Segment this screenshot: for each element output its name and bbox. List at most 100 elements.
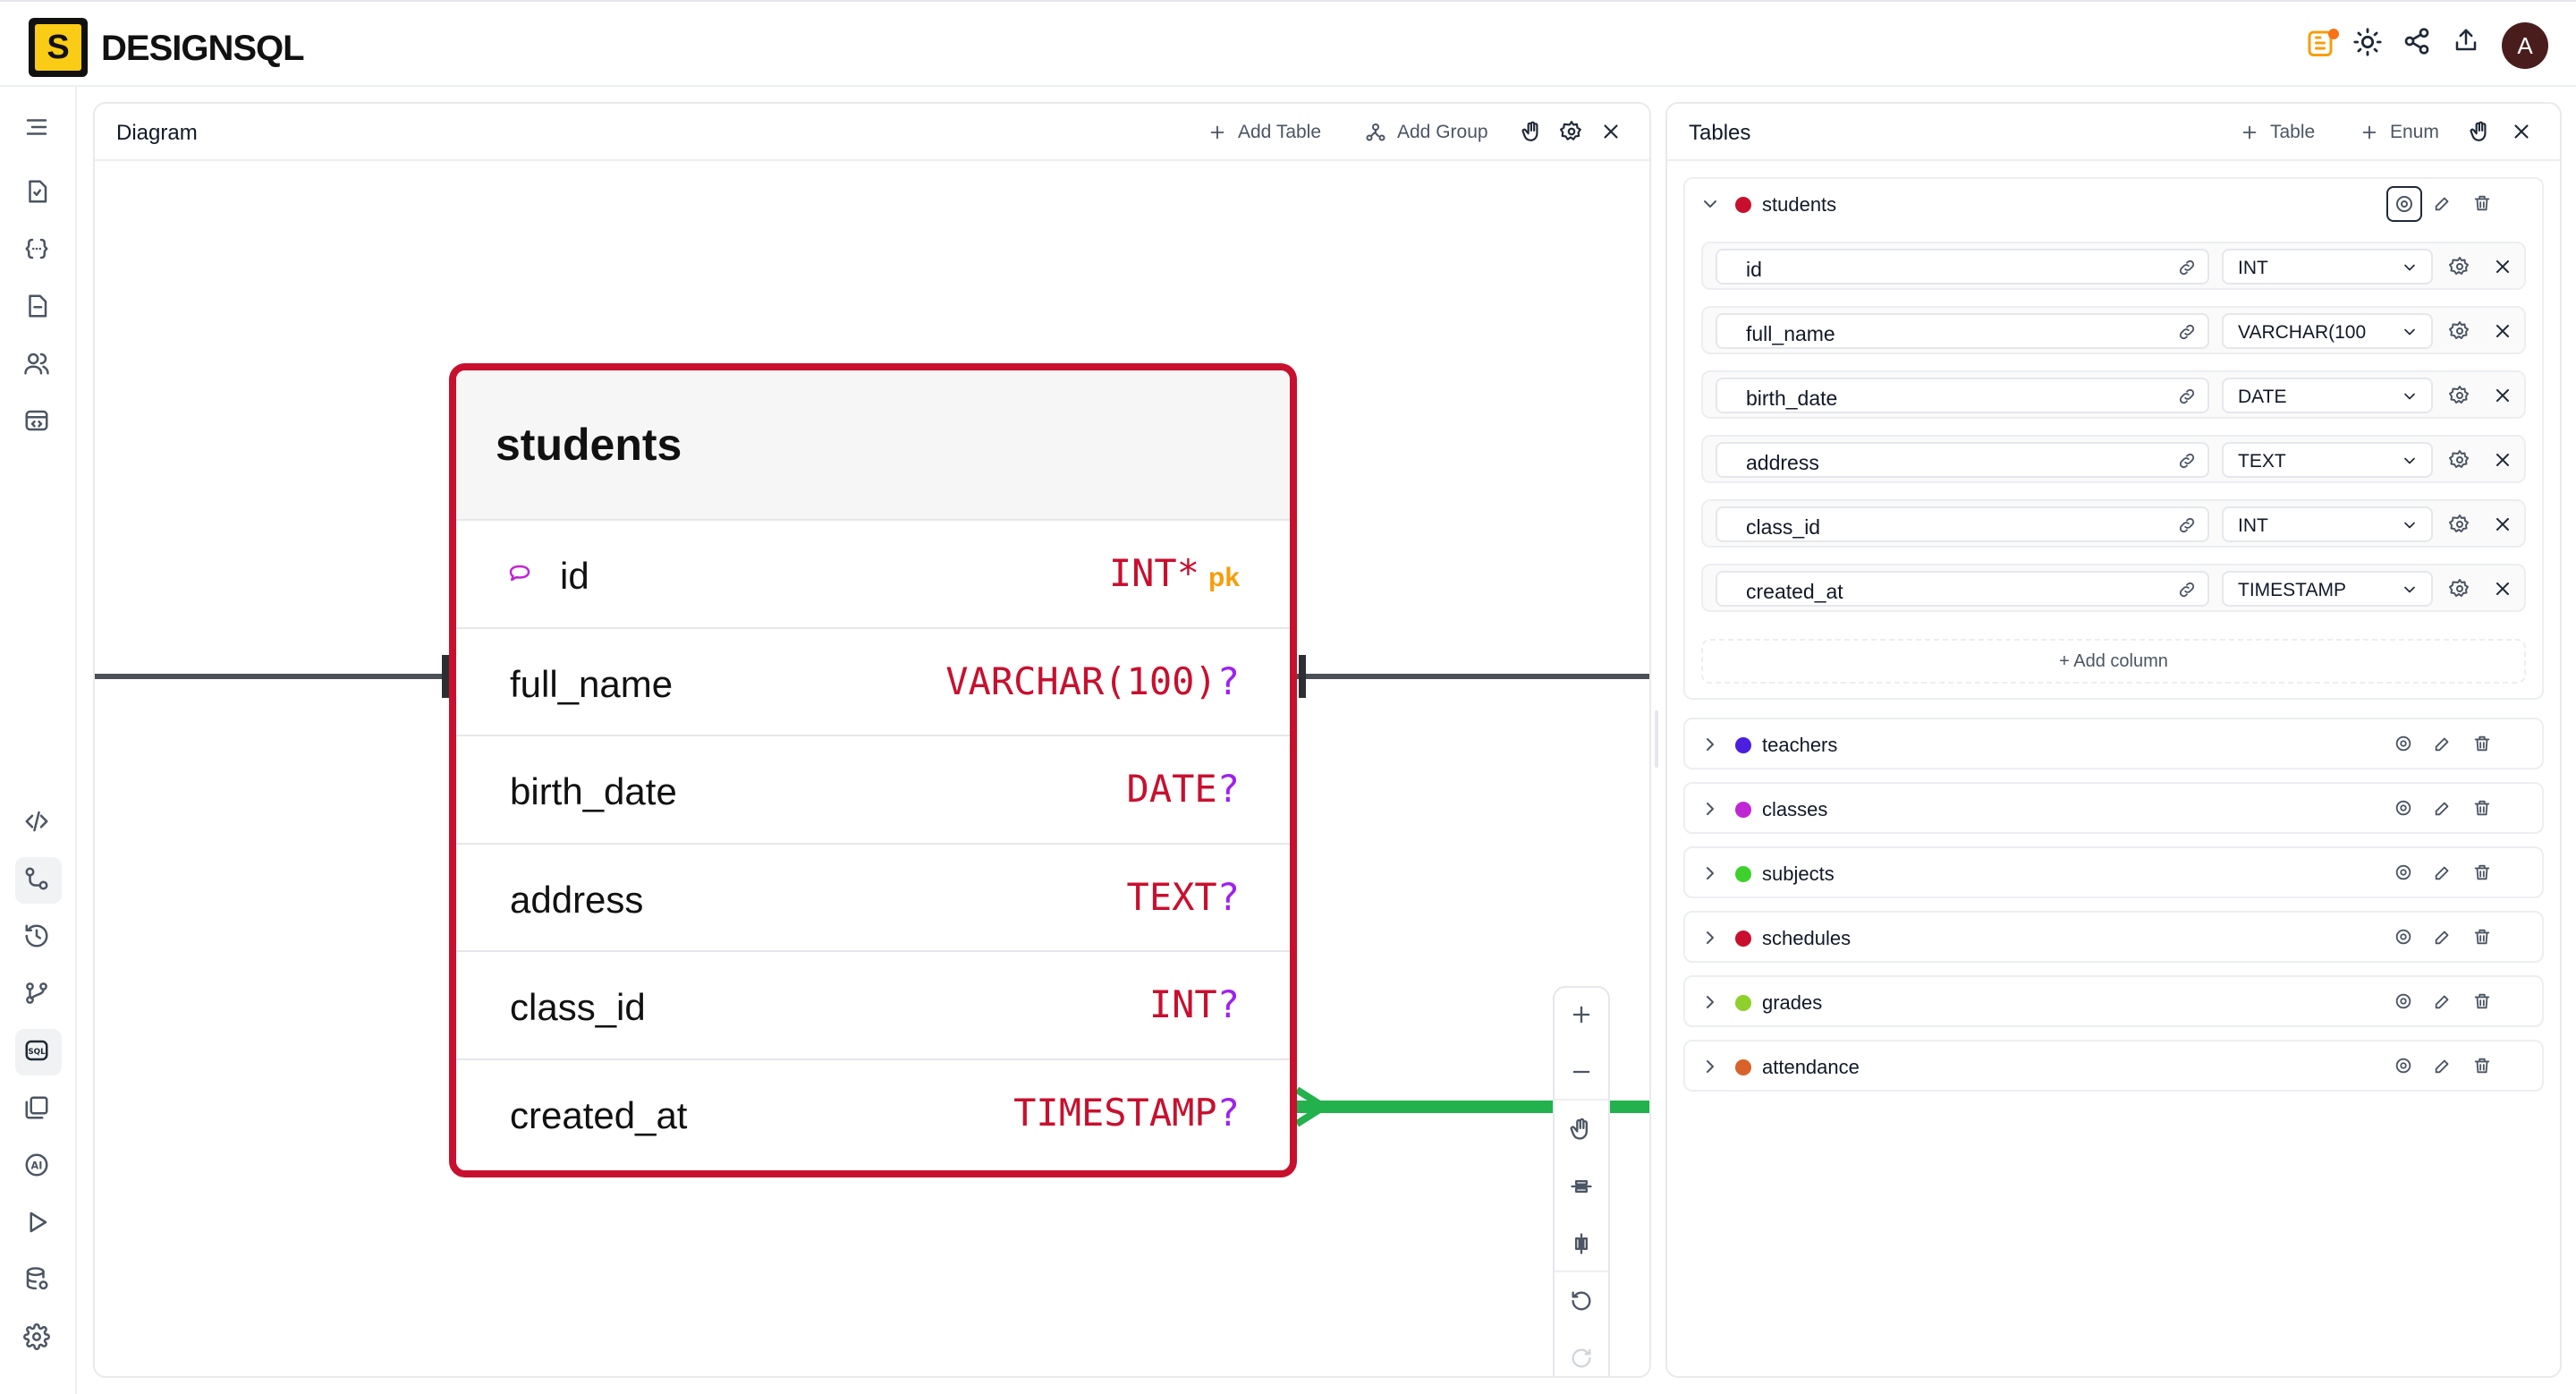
settings-icon[interactable] [23,1323,54,1354]
table-color-dot[interactable] [1735,931,1751,947]
remove-column-icon[interactable] [2492,514,2513,535]
edit-icon[interactable] [2433,193,2454,215]
column-settings-icon[interactable] [2449,578,2470,599]
chevron-right-icon[interactable] [1699,798,1721,820]
trash-icon[interactable] [2472,863,2494,884]
git-branch-icon[interactable] [23,980,54,1010]
column-settings-icon[interactable] [2449,320,2470,342]
chevron-right-icon[interactable] [1699,927,1721,948]
table-card-grades[interactable]: grades [1683,975,2544,1027]
share-icon[interactable] [2402,27,2435,59]
er-row-full-name[interactable]: full_name VARCHAR(100)? [456,629,1290,736]
link-icon[interactable] [2177,258,2197,277]
table-card-schedules[interactable]: schedules [1683,911,2544,963]
theme-toggle-icon[interactable] [2352,27,2385,59]
focus-icon[interactable] [2394,863,2415,884]
table-card-classes[interactable]: classes [1683,782,2544,834]
focus-icon[interactable] [2394,1056,2415,1077]
play-icon[interactable] [23,1209,54,1239]
er-row-birth-date[interactable]: birth_date DATE? [456,736,1290,845]
document-icon[interactable] [23,293,54,323]
er-table-students[interactable]: students id INT* pk full_name VARCHAR(100… [449,363,1297,1177]
link-icon[interactable] [2177,580,2197,599]
table-color-dot[interactable] [1735,197,1751,213]
column-type-select[interactable]: TEXT [2222,442,2433,478]
trash-icon[interactable] [2472,798,2494,820]
resize-handle[interactable] [1655,710,1658,768]
chevron-right-icon[interactable] [1699,1056,1721,1077]
focus-icon[interactable] [2394,734,2415,755]
edit-icon[interactable] [2433,1056,2454,1077]
column-name-field[interactable]: full_name [1716,313,2209,349]
er-row-address[interactable]: address TEXT? [456,845,1290,952]
edit-icon[interactable] [2433,927,2454,948]
code-icon[interactable] [23,808,54,838]
edit-icon[interactable] [2433,798,2454,820]
remove-column-icon[interactable] [2492,449,2513,471]
column-type-select[interactable]: VARCHAR(100 [2222,313,2433,349]
menu-icon[interactable] [23,114,54,144]
column-settings-icon[interactable] [2449,514,2470,535]
column-type-select[interactable]: INT [2222,506,2433,542]
close-diagram-icon[interactable] [1599,120,1624,145]
link-icon[interactable] [2177,387,2197,406]
column-name-field[interactable]: created_at [1716,571,2209,607]
column-settings-icon[interactable] [2449,385,2470,406]
relationships-icon[interactable] [23,865,54,896]
export-icon[interactable] [2453,27,2485,59]
trash-icon[interactable] [2472,991,2494,1013]
align-horizontal-icon[interactable] [1569,1174,1594,1199]
edit-icon[interactable] [2433,863,2454,884]
ai-icon[interactable]: AI [23,1152,54,1182]
diagram-settings-icon[interactable] [1560,120,1585,145]
trash-icon[interactable] [2472,734,2494,755]
users-icon[interactable] [23,350,54,380]
import-icon[interactable] [23,178,54,208]
trash-icon[interactable] [2472,1056,2494,1077]
column-name-field[interactable]: birth_date [1716,378,2209,413]
chevron-right-icon[interactable] [1699,991,1721,1013]
table-card-subjects[interactable]: subjects [1683,846,2544,898]
er-row-id[interactable]: id INT* pk [456,521,1290,629]
add-table-button[interactable]: Table [2240,122,2315,143]
table-card-teachers[interactable]: teachers [1683,718,2544,769]
table-color-dot[interactable] [1735,866,1751,882]
column-type-select[interactable]: INT [2222,249,2433,285]
trash-icon[interactable] [2472,927,2494,948]
interaction-mode-icon[interactable] [1569,1117,1594,1142]
er-row-class-id[interactable]: class_id INT? [456,952,1290,1060]
edit-icon[interactable] [2433,734,2454,755]
hand-pan-icon[interactable] [1521,120,1546,145]
column-name-field[interactable]: address [1716,442,2209,478]
chevron-right-icon[interactable] [1699,863,1721,884]
database-settings-icon[interactable] [23,1266,54,1296]
close-tables-icon[interactable] [2510,120,2535,145]
add-table-button[interactable]: Add Table [1208,122,1321,143]
diagram-canvas[interactable]: students id INT* pk full_name VARCHAR(100… [95,163,1649,1376]
zoom-out-icon[interactable] [1569,1059,1594,1084]
json-icon[interactable] [23,235,54,266]
link-icon[interactable] [2177,322,2197,342]
remove-column-icon[interactable] [2492,320,2513,342]
trash-icon[interactable] [2472,193,2494,215]
column-type-select[interactable]: DATE [2222,378,2433,413]
focus-icon[interactable] [2394,927,2415,948]
link-icon[interactable] [2177,515,2197,535]
remove-column-icon[interactable] [2492,256,2513,277]
chevron-down-icon[interactable] [1699,193,1721,215]
add-group-button[interactable]: Add Group [1365,122,1488,143]
column-settings-icon[interactable] [2449,256,2470,277]
hand-pan-icon[interactable] [2469,120,2494,145]
column-settings-icon[interactable] [2449,449,2470,471]
sql-icon[interactable]: SQL [23,1037,54,1067]
templates-icon[interactable] [23,1094,54,1125]
table-color-dot[interactable] [1735,995,1751,1011]
redo-icon[interactable] [1569,1346,1594,1371]
code-window-icon[interactable] [23,407,54,438]
table-color-dot[interactable] [1735,737,1751,753]
column-name-field[interactable]: class_id [1716,506,2209,542]
edit-icon[interactable] [2433,991,2454,1013]
column-name-field[interactable]: id [1716,249,2209,285]
remove-column-icon[interactable] [2492,578,2513,599]
er-table-header[interactable]: students [456,370,1290,521]
